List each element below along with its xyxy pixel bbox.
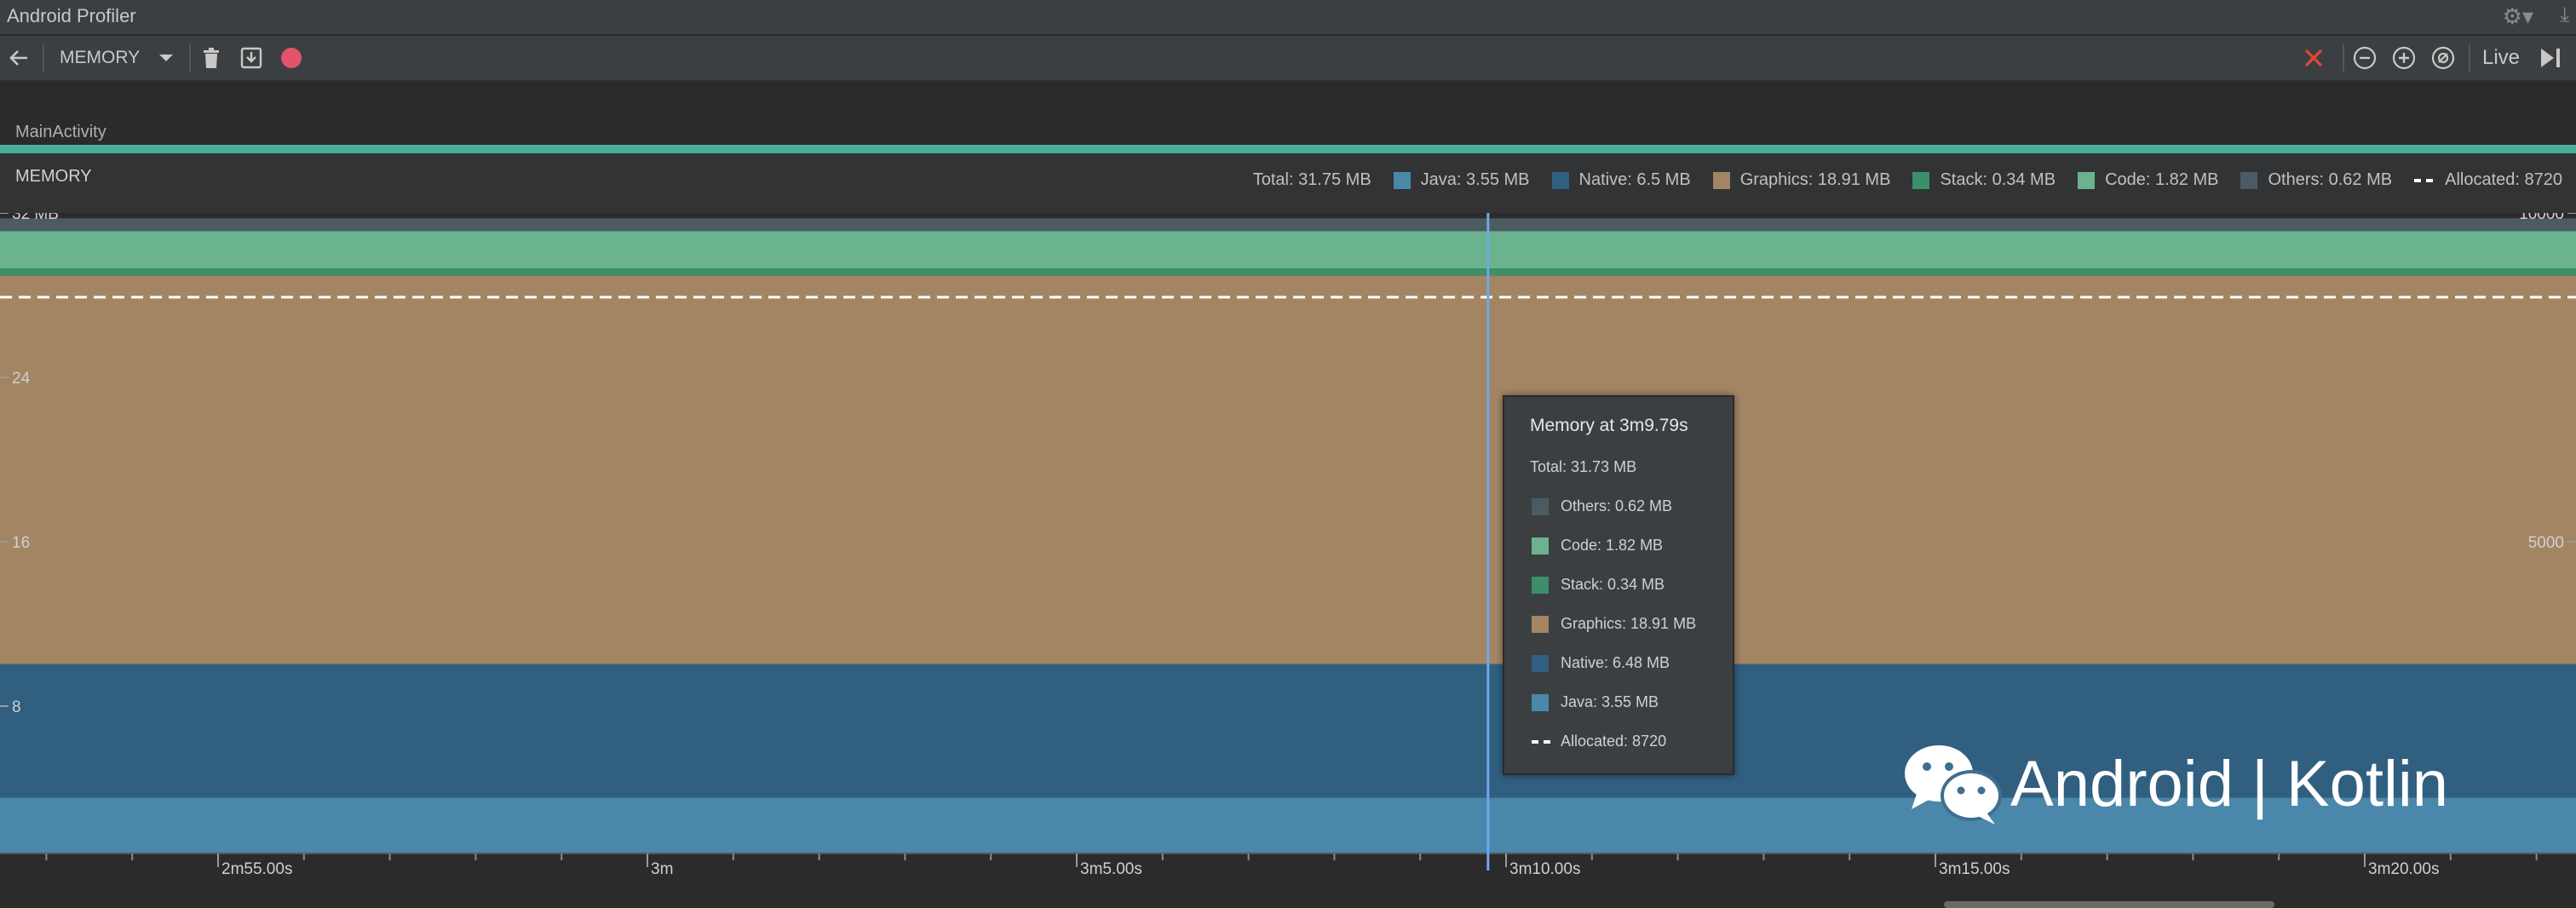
tooltip-row-code: Code: 1.82 MB bbox=[1532, 537, 1663, 555]
export-icon bbox=[240, 47, 262, 69]
activity-timeline: MainActivity bbox=[0, 82, 2576, 145]
tooltip-row-others: Others: 0.62 MB bbox=[1532, 497, 1672, 515]
graphics-swatch bbox=[1712, 171, 1730, 189]
code-swatch bbox=[1532, 537, 1549, 555]
memory-legend: Total: 31.75 MB Java: 3.55 MB Native: 6.… bbox=[1231, 170, 2562, 190]
tooltip-row-stack: Stack: 0.34 MB bbox=[1532, 576, 1665, 594]
zoom-in-icon bbox=[2392, 46, 2416, 70]
tooltip-row-native: Native: 6.48 MB bbox=[1532, 654, 1670, 672]
trash-icon bbox=[204, 48, 219, 68]
x-axis-strip bbox=[0, 853, 2576, 874]
gear-icon[interactable]: ⚙▾ bbox=[2503, 3, 2533, 30]
x-tick-label: 3m20.00s bbox=[2368, 860, 2439, 874]
stack-swatch bbox=[1532, 576, 1549, 594]
profiler-dropdown[interactable]: MEMORY bbox=[60, 36, 179, 80]
area-code bbox=[0, 231, 2576, 269]
x-tick-label: 3m10.00s bbox=[1509, 860, 1580, 874]
code-swatch bbox=[2078, 171, 2096, 189]
jump-to-live-button[interactable] bbox=[2539, 36, 2562, 80]
x-tick-label: 3m15.00s bbox=[1939, 860, 2010, 874]
tooltip-row-allocated: Allocated: 8720 bbox=[1532, 733, 1666, 750]
y-tick-label: 16 bbox=[12, 534, 30, 552]
legend-allocated: Allocated: 8720 bbox=[2414, 170, 2562, 190]
java-swatch bbox=[1532, 693, 1549, 711]
chevron-down-icon bbox=[159, 55, 173, 61]
allocated-dash bbox=[1532, 739, 1550, 744]
live-button[interactable]: Live bbox=[2482, 36, 2520, 80]
legend-others: Others: 0.62 MB bbox=[2240, 170, 2392, 190]
record-icon bbox=[281, 48, 302, 68]
export-button[interactable] bbox=[240, 36, 262, 80]
x-tick-label: 3m bbox=[651, 860, 673, 874]
reset-zoom-icon bbox=[2431, 46, 2455, 70]
stack-swatch bbox=[1912, 171, 1930, 189]
reset-zoom-button[interactable] bbox=[2431, 36, 2455, 80]
others-swatch bbox=[2240, 171, 2258, 189]
y2-tick-label: 5000 bbox=[2528, 534, 2564, 552]
window-title-bar: Android Profiler ⚙▾ ⤓ bbox=[0, 0, 2576, 36]
jump-to-end-icon bbox=[2541, 49, 2560, 67]
zoom-out-icon bbox=[2353, 46, 2377, 70]
allocated-dash bbox=[2414, 178, 2434, 182]
delete-button[interactable] bbox=[201, 36, 221, 80]
timeline-scrollbar[interactable] bbox=[1944, 901, 2274, 908]
memory-tooltip: Memory at 3m9.79s Total: 31.73 MB Others… bbox=[1503, 395, 1734, 775]
native-swatch bbox=[1551, 171, 1569, 189]
memory-title: MEMORY bbox=[15, 167, 92, 186]
profiler-dropdown-value: MEMORY bbox=[60, 48, 141, 67]
zoom-out-button[interactable] bbox=[2353, 36, 2377, 80]
chat-bubbles-icon bbox=[1903, 741, 2005, 826]
stop-session-button[interactable] bbox=[2303, 36, 2324, 80]
tooltip-row-graphics: Graphics: 18.91 MB bbox=[1532, 615, 1696, 633]
zoom-in-button[interactable] bbox=[2392, 36, 2416, 80]
x-tick-label: 3m5.00s bbox=[1080, 860, 1142, 874]
legend-stack: Stack: 0.34 MB bbox=[1912, 170, 2056, 190]
watermark: Android | Kotlin bbox=[1903, 741, 2448, 826]
watermark-text: Android | Kotlin bbox=[2010, 747, 2449, 820]
java-swatch bbox=[1393, 171, 1411, 189]
activity-lifecycle-bar[interactable] bbox=[0, 145, 2576, 153]
close-icon bbox=[2304, 49, 2323, 67]
area-graphics bbox=[0, 275, 2576, 664]
others-swatch bbox=[1532, 497, 1549, 515]
memory-chart-header: MEMORY Total: 31.75 MB Java: 3.55 MB Nat… bbox=[0, 153, 2576, 213]
graphics-swatch bbox=[1532, 615, 1549, 633]
tooltip-row-java: Java: 3.55 MB bbox=[1532, 693, 1659, 711]
activity-label: MainActivity bbox=[15, 123, 106, 141]
memory-chart-panel: 32 MB 24 16 8 10000 5000 2m55.00s 3m 3m5.00s 3m10… bbox=[0, 153, 2576, 874]
profiler-toolbar: MEMORY Live bbox=[0, 36, 2576, 82]
record-button[interactable] bbox=[279, 36, 303, 80]
legend-native: Native: 6.5 MB bbox=[1551, 170, 1691, 190]
legend-graphics: Graphics: 18.91 MB bbox=[1712, 170, 1890, 190]
window-title: Android Profiler bbox=[7, 5, 136, 26]
x-tick-label: 2m55.00s bbox=[221, 860, 292, 874]
back-arrow-icon bbox=[9, 50, 27, 66]
native-swatch bbox=[1532, 654, 1549, 672]
y-tick-label: 24 bbox=[12, 370, 31, 388]
area-stack bbox=[0, 268, 2576, 276]
tooltip-title: Memory at 3m9.79s bbox=[1530, 416, 1688, 435]
legend-total: Total: 31.75 MB bbox=[1252, 170, 1371, 189]
legend-java: Java: 3.55 MB bbox=[1393, 170, 1530, 190]
area-others bbox=[0, 218, 2576, 232]
back-button[interactable] bbox=[7, 36, 31, 80]
hide-panel-icon[interactable]: ⤓ bbox=[2560, 3, 2569, 27]
tooltip-total: Total: 31.73 MB bbox=[1530, 458, 1637, 475]
y-tick-label: 8 bbox=[12, 698, 21, 716]
legend-code: Code: 1.82 MB bbox=[2078, 170, 2218, 190]
